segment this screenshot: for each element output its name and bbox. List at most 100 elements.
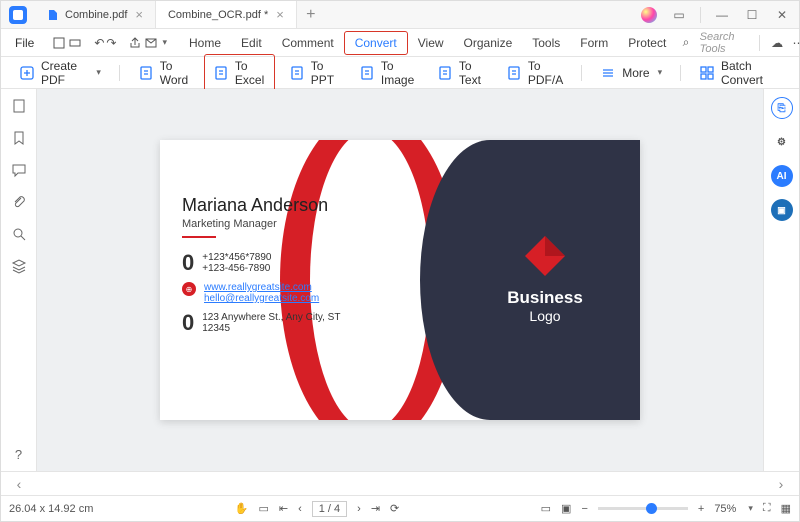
close-window-button[interactable]: ✕ xyxy=(769,5,795,25)
left-sidebar: ? xyxy=(1,89,37,471)
create-pdf-button[interactable]: Create PDF ▾ xyxy=(11,55,109,91)
phone-1: +123*456*7890 xyxy=(202,252,271,263)
convert-to-pdf/a[interactable]: To PDF/A xyxy=(498,54,572,92)
zoom-slider[interactable] xyxy=(598,507,688,510)
bookmarks-icon[interactable] xyxy=(10,129,28,147)
assistant-icon[interactable] xyxy=(636,5,662,25)
menu-file[interactable]: File xyxy=(9,36,40,50)
tab-label: Combine.pdf xyxy=(65,9,127,21)
doc-icon xyxy=(506,65,522,81)
share-icon[interactable] xyxy=(128,33,142,53)
minimize-button[interactable]: — xyxy=(709,5,735,25)
settings-sliders-icon[interactable]: ⚙ xyxy=(771,131,793,153)
zoom-out-icon[interactable]: − xyxy=(581,503,587,515)
tab-label: Combine_OCR.pdf * xyxy=(168,9,268,21)
cloud-icon[interactable]: ☁ xyxy=(769,33,784,53)
feedback-icon[interactable]: ▭ xyxy=(666,5,692,25)
page-dimensions: 26.04 x 14.92 cm xyxy=(9,503,93,515)
close-icon[interactable]: × xyxy=(135,7,143,22)
button-label: More xyxy=(622,66,649,80)
address-line-2: 12345 xyxy=(202,323,340,334)
print-icon[interactable] xyxy=(68,33,82,53)
chevron-down-icon[interactable]: ▾ xyxy=(162,37,167,48)
document-page: Business Logo Mariana Anderson Marketing… xyxy=(160,140,640,420)
page-indicator[interactable]: 1 / 4 xyxy=(312,501,347,517)
rotate-icon[interactable]: ⟳ xyxy=(390,502,399,515)
tool-ocr-icon[interactable]: ⎘ xyxy=(771,97,793,119)
page-nav-bar: ‹ › xyxy=(1,471,799,495)
right-sidebar: ⎘ ⚙ AI ▣ xyxy=(763,89,799,471)
first-page-icon[interactable]: ⇤ xyxy=(279,502,288,515)
chevron-down-icon[interactable]: ▾ xyxy=(748,503,753,514)
globe-icon: ⊕ xyxy=(182,282,196,296)
zoom-level[interactable]: 75% xyxy=(714,503,736,515)
bullet-icon: 0 xyxy=(182,252,194,274)
tab-combine[interactable]: Combine.pdf × xyxy=(35,1,156,28)
share-badge-icon[interactable]: ▣ xyxy=(771,199,793,221)
bullet-icon: 0 xyxy=(182,312,194,334)
menu-protect[interactable]: Protect xyxy=(618,32,676,54)
fit-width-icon[interactable]: ▭ xyxy=(541,502,551,515)
menu-organize[interactable]: Organize xyxy=(454,32,523,54)
card-name: Mariana Anderson xyxy=(182,195,392,216)
more-button[interactable]: More ▾ xyxy=(592,61,670,85)
help-icon[interactable]: ? xyxy=(10,445,28,463)
search-panel-icon[interactable] xyxy=(10,225,28,243)
phone-2: +123-456-7890 xyxy=(202,263,271,274)
overflow-icon[interactable]: ⋯ xyxy=(791,33,800,53)
card-role: Marketing Manager xyxy=(182,218,392,230)
fit-page-icon[interactable]: ▣ xyxy=(561,502,571,515)
ai-badge-icon[interactable]: AI xyxy=(771,165,793,187)
redo-icon[interactable]: ↷ xyxy=(106,33,116,53)
batch-convert-button[interactable]: Batch Convert xyxy=(691,55,789,91)
status-bar: 26.04 x 14.92 cm ✋ ▭ ⇤ ‹ 1 / 4 › ⇥ ⟳ ▭ ▣… xyxy=(1,495,799,521)
read-mode-icon[interactable]: ▦ xyxy=(781,502,791,515)
logo-icon xyxy=(525,236,565,276)
tab-combine-ocr[interactable]: Combine_OCR.pdf * × xyxy=(156,1,297,28)
prev-page-button[interactable]: ‹ xyxy=(1,476,37,492)
menu-home[interactable]: Home xyxy=(179,32,231,54)
next-page-icon[interactable]: › xyxy=(357,503,361,515)
logo-text-top: Business xyxy=(507,288,583,308)
website-link[interactable]: www.reallygreatsite.com xyxy=(204,282,319,293)
batch-icon xyxy=(699,65,715,81)
comments-icon[interactable] xyxy=(10,161,28,179)
address-line-1: 123 Anywhere St., Any City, ST xyxy=(202,312,340,323)
undo-icon[interactable]: ↶ xyxy=(94,33,104,53)
last-page-icon[interactable]: ⇥ xyxy=(371,502,380,515)
button-label: Create PDF xyxy=(41,59,88,87)
hand-tool-icon[interactable]: ✋ xyxy=(235,502,249,515)
menu-form[interactable]: Form xyxy=(570,32,618,54)
prev-page-icon[interactable]: ‹ xyxy=(298,503,302,515)
email-icon[interactable] xyxy=(144,33,158,53)
convert-to-image[interactable]: To Image xyxy=(351,54,423,92)
thumbnails-icon[interactable] xyxy=(10,97,28,115)
convert-to-word[interactable]: To Word xyxy=(130,54,198,92)
add-tab-button[interactable]: + xyxy=(297,6,325,24)
attachments-icon[interactable] xyxy=(10,193,28,211)
menu-edit[interactable]: Edit xyxy=(231,32,272,54)
select-tool-icon[interactable]: ▭ xyxy=(258,502,268,515)
button-label: Batch Convert xyxy=(721,59,781,87)
search-icon[interactable]: ⌕ xyxy=(678,33,693,53)
fullscreen-icon[interactable]: ⛶ xyxy=(763,502,771,515)
search-tools-input[interactable]: Search Tools xyxy=(700,31,749,55)
menu-view[interactable]: View xyxy=(408,32,454,54)
menu-tools[interactable]: Tools xyxy=(522,32,570,54)
convert-to-excel[interactable]: To Excel xyxy=(204,54,275,92)
email-link[interactable]: hello@reallygreatsite.com xyxy=(204,293,319,304)
document-viewport[interactable]: Business Logo Mariana Anderson Marketing… xyxy=(37,89,763,471)
convert-to-text[interactable]: To Text xyxy=(429,54,492,92)
next-page-button[interactable]: › xyxy=(763,476,799,492)
file-icon xyxy=(47,9,59,21)
menu-convert[interactable]: Convert xyxy=(344,31,408,55)
doc-icon xyxy=(289,65,305,81)
convert-to-ppt[interactable]: To PPT xyxy=(281,54,345,92)
chevron-down-icon: ▾ xyxy=(658,67,663,78)
zoom-in-icon[interactable]: + xyxy=(698,503,704,515)
save-icon[interactable] xyxy=(52,33,66,53)
menu-comment[interactable]: Comment xyxy=(272,32,344,54)
close-icon[interactable]: × xyxy=(276,7,284,22)
maximize-button[interactable]: ☐ xyxy=(739,5,765,25)
layers-icon[interactable] xyxy=(10,257,28,275)
